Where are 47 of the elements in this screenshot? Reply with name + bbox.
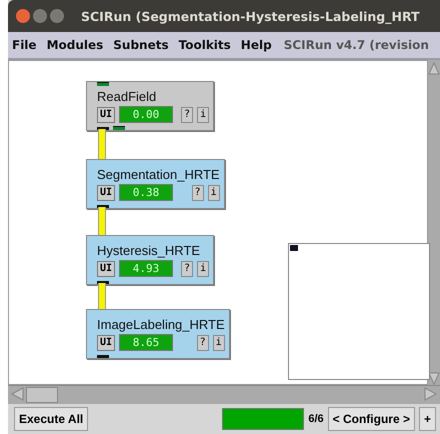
horizontal-scrollbar[interactable] [8, 385, 440, 404]
execute-all-button[interactable]: Execute All [14, 407, 88, 431]
info-button[interactable]: i [197, 260, 210, 276]
scroll-thumb[interactable] [26, 387, 58, 403]
close-icon[interactable] [16, 9, 30, 23]
connection-wire [98, 207, 106, 235]
window-icon[interactable] [290, 245, 300, 251]
time-display: 0.38 [119, 184, 174, 201]
info-button[interactable]: i [208, 184, 220, 200]
help-button[interactable]: ? [192, 184, 204, 200]
menu-item[interactable]: Help [240, 38, 272, 52]
menu-item[interactable]: Subnets [113, 38, 169, 52]
module-name: Segmentation_HRTE [97, 167, 220, 182]
window-title: SCIRun (Segmentation-Hysteresis-Labeling_HRT [81, 8, 420, 24]
help-button[interactable]: ? [181, 260, 194, 276]
menu-item[interactable]: File [12, 38, 37, 52]
ui-button[interactable]: UI [97, 184, 116, 200]
ui-button[interactable]: UI [97, 106, 116, 122]
ui-button[interactable]: UI [97, 334, 116, 350]
info-button[interactable]: i [197, 106, 210, 122]
module-name: ReadField [97, 89, 158, 104]
time-display: 4.93 [119, 260, 174, 277]
vertical-scrollbar[interactable] [428, 60, 440, 385]
module-node[interactable]: Segmentation_HRTE UI 0.38 ? i [86, 159, 225, 209]
help-button[interactable]: ? [196, 334, 209, 350]
minimize-icon[interactable] [33, 9, 47, 23]
configure-button[interactable]: < Configure > [328, 407, 415, 431]
ui-button[interactable]: UI [97, 260, 116, 276]
menu-item[interactable]: Toolkits [178, 38, 231, 52]
time-display: 0.00 [119, 106, 174, 123]
help-button[interactable]: ? [181, 106, 194, 122]
module-node[interactable]: ReadField UI 0.00 ? i [86, 81, 214, 131]
connection-wire [98, 129, 106, 159]
maximize-icon[interactable] [50, 9, 64, 23]
menu-item[interactable]: Modules [46, 38, 104, 52]
module-node[interactable]: Hysteresis_HRTE UI 4.93 ? i [86, 235, 214, 285]
info-button[interactable]: i [212, 334, 225, 350]
up-arrow-icon[interactable] [428, 60, 440, 74]
connection-wire [98, 283, 106, 309]
module-name: ImageLabeling_HRTE [97, 317, 225, 332]
plus-button[interactable]: + [418, 407, 436, 431]
module-node[interactable]: ImageLabeling_HRTE UI 8.65 ? i [86, 309, 230, 359]
version-label: SCIRun v4.7 (revision [284, 38, 429, 52]
module-name: Hysteresis_HRTE [97, 243, 202, 258]
module-count: 6/6 [308, 413, 324, 425]
time-display: 8.65 [119, 334, 174, 351]
down-arrow-icon[interactable] [428, 371, 440, 385]
